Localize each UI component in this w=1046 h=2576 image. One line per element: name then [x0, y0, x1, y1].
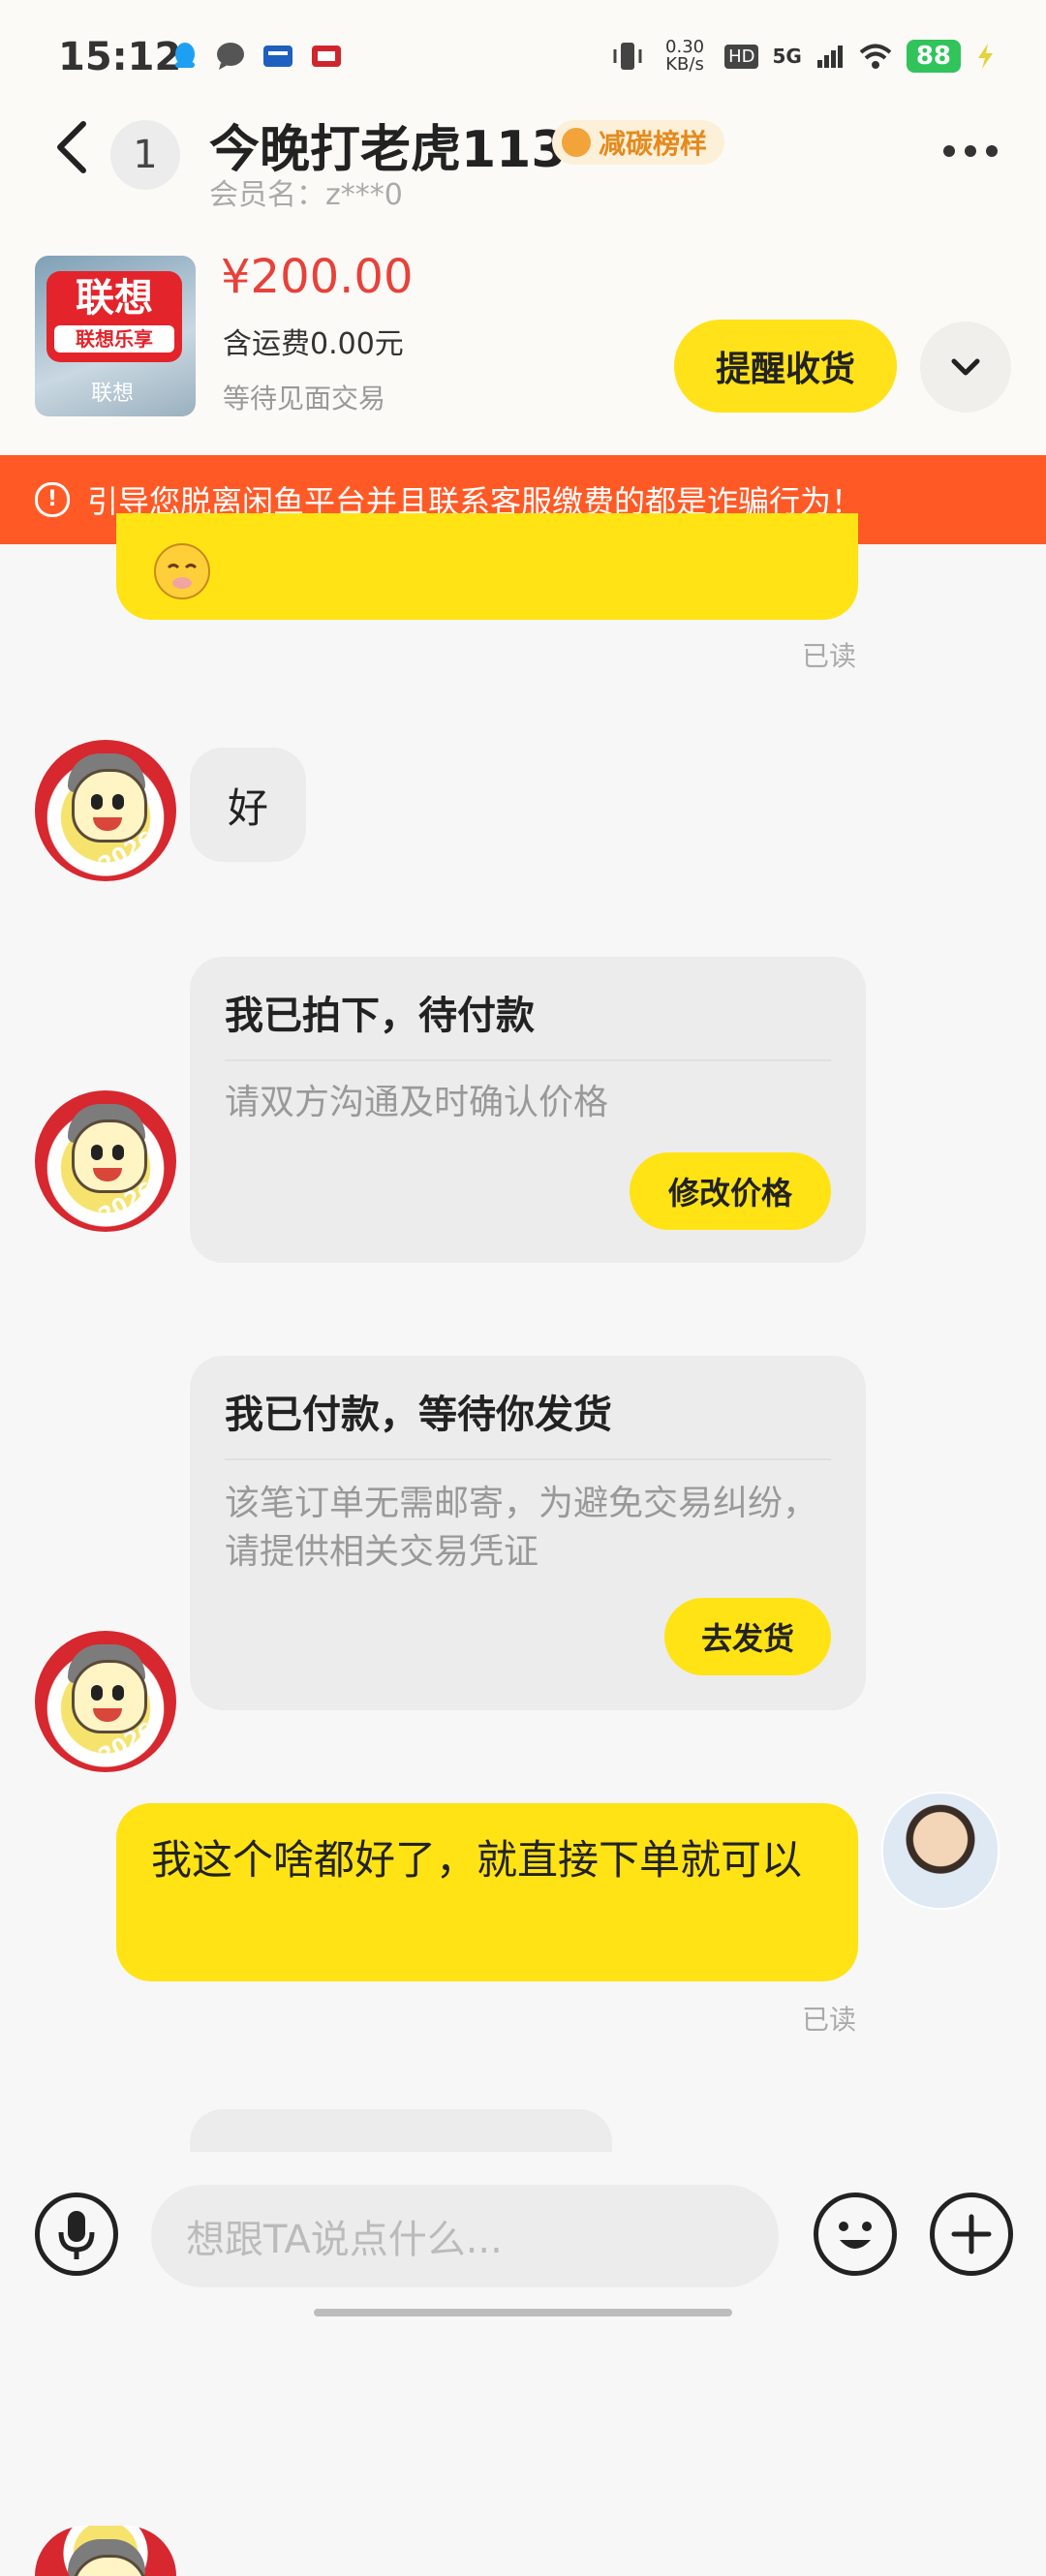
microphone-icon	[58, 2211, 95, 2259]
remind-receipt-button[interactable]: 提醒收货	[674, 320, 897, 413]
status-notification-icons	[170, 41, 343, 72]
seller-message-text: 好	[227, 783, 268, 832]
seller-avatar[interactable]: 2026	[35, 740, 176, 881]
add-attachment-button[interactable]	[930, 2193, 1013, 2276]
emoji-sticker-icon	[154, 543, 210, 599]
message-input[interactable]: 想跟TA说点什么...	[151, 2185, 779, 2287]
unread-count-badge[interactable]: 1	[110, 120, 180, 190]
card-description: 请双方沟通及时确认价格	[225, 1083, 609, 1122]
signal-icon	[816, 46, 843, 68]
my-avatar[interactable]	[881, 1792, 1000, 1910]
seller-message-bubble-partial[interactable]	[190, 2109, 612, 2152]
lenovo-logo: 联想 联想乐享	[46, 271, 182, 362]
logo-mark: 联想	[91, 382, 135, 406]
tv-icon	[312, 46, 341, 67]
carbon-badge-label: 减碳榜样	[599, 128, 708, 160]
carbon-badge[interactable]: 减碳榜样	[552, 120, 725, 165]
smiley-icon	[839, 2222, 872, 2249]
back-arrow-icon[interactable]	[50, 118, 93, 176]
charging-icon	[978, 44, 993, 69]
card-title: 我已拍下，待付款	[225, 994, 535, 1038]
read-status: 已读	[802, 640, 857, 672]
hd-badge: HD	[724, 44, 759, 69]
warning-icon: !	[35, 482, 70, 517]
emoji-button[interactable]	[814, 2193, 897, 2276]
order-card-paid: 我已付款，等待你发货 该笔订单无需邮寄，为避免交易纠纷，请提供相关交易凭证 去发…	[190, 1356, 866, 1710]
chevron-down-icon	[951, 358, 980, 376]
order-card-pending-payment: 我已拍下，待付款 请双方沟通及时确认价格 修改价格	[190, 957, 866, 1263]
home-indicator[interactable]	[314, 2309, 732, 2316]
product-thumbnail[interactable]: 联想 联想乐享 联想	[35, 256, 196, 416]
battery-icon: 88	[906, 40, 961, 73]
status-system-icons: 0.30 KB/s HD 5G 88	[610, 39, 996, 74]
seller-avatar[interactable]: 2026	[35, 1090, 176, 1232]
expand-button[interactable]	[920, 322, 1011, 413]
vibrate-icon	[613, 43, 642, 70]
read-status: 已读	[802, 2004, 857, 2036]
status-time: 15:12	[58, 35, 182, 79]
product-price: ¥200.00	[221, 250, 414, 304]
net-speed: 0.30 KB/s	[665, 37, 705, 75]
leaf-icon	[562, 128, 591, 157]
voice-input-button[interactable]	[35, 2193, 118, 2276]
shipping-info: 含运费0.00元	[223, 327, 404, 361]
card-title: 我已付款，等待你发货	[225, 1393, 612, 1437]
seller-avatar-partial[interactable]	[35, 2526, 176, 2576]
modify-price-button[interactable]: 修改价格	[630, 1152, 831, 1230]
trade-status: 等待见面交易	[223, 383, 386, 414]
my-message-bubble[interactable]: 我这个啥都好了，就直接下单就可以	[116, 1803, 858, 1981]
my-message-bubble-partial[interactable]	[116, 513, 858, 620]
more-options-icon[interactable]	[943, 145, 998, 157]
qq-icon	[175, 43, 195, 68]
my-message-text: 我这个啥都好了，就直接下单就可以	[151, 1836, 803, 1884]
seller-avatar[interactable]: 2026	[35, 1631, 176, 1772]
seller-message-bubble[interactable]: 好	[190, 748, 306, 862]
divider	[225, 1458, 831, 1460]
member-name: 会员名：z***0	[209, 178, 403, 212]
divider	[225, 1059, 831, 1061]
ship-button[interactable]: 去发货	[664, 1598, 831, 1675]
network-label: 5G	[772, 45, 802, 68]
message-icon	[217, 43, 244, 70]
wifi-icon	[859, 44, 892, 69]
plus-icon	[951, 2214, 992, 2254]
news-icon	[263, 46, 292, 67]
card-description: 该笔订单无需邮寄，为避免交易纠纷，请提供相关交易凭证	[225, 1484, 818, 1572]
